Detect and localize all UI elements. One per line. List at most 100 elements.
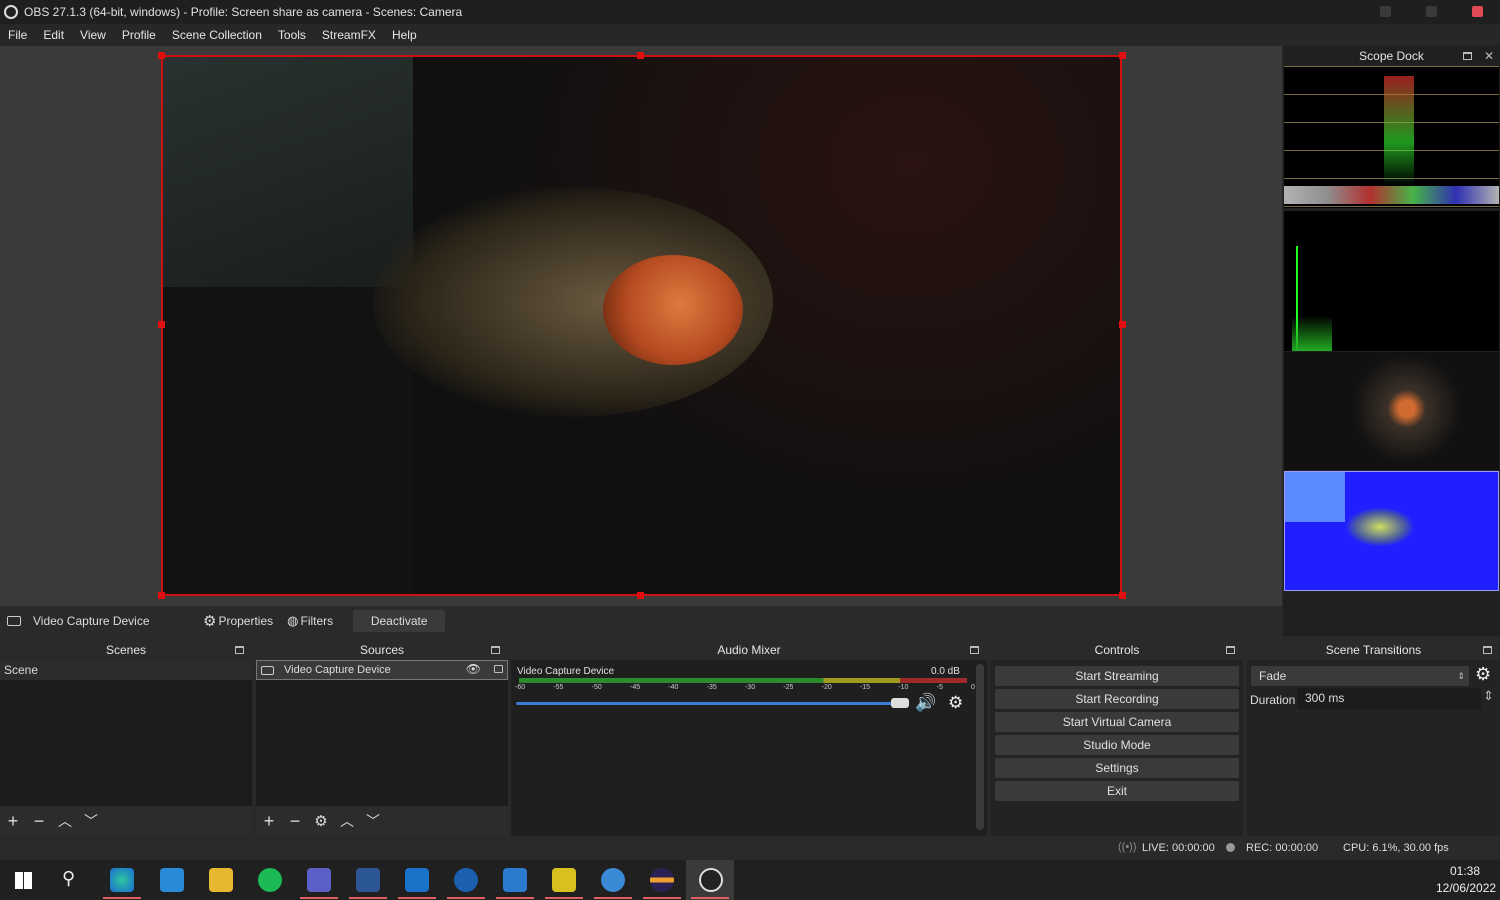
menu-help[interactable]: Help	[384, 28, 425, 42]
live-time: LIVE: 00:00:00	[1142, 842, 1215, 854]
move-down-icon[interactable]: ﹀	[360, 811, 386, 831]
list-item[interactable]: Video Capture Device 👁	[256, 660, 508, 680]
outlook-icon[interactable]	[405, 868, 429, 892]
tick-label: -40	[668, 684, 679, 691]
start-streaming-button[interactable]: Start Streaming	[995, 666, 1239, 686]
video-preview[interactable]	[161, 55, 1122, 596]
close-icon[interactable]: ✕	[1484, 46, 1494, 66]
tick-label: 0	[971, 684, 975, 691]
scene-transitions-title: Scene Transitions	[1325, 643, 1422, 657]
filters-button[interactable]: ◍ Filters	[287, 613, 333, 629]
move-up-icon[interactable]: ︿	[52, 811, 78, 831]
volume-slider-handle[interactable]	[891, 698, 909, 708]
eclipse-icon[interactable]	[650, 868, 674, 892]
active-indicator	[594, 897, 632, 899]
gear-icon: ⚙	[203, 613, 217, 630]
waveform-scope	[1284, 66, 1499, 208]
cpu-fps: CPU: 6.1%, 30.00 fps	[1343, 842, 1449, 854]
minimize-button[interactable]	[1380, 6, 1391, 17]
scenes-list: Scene	[0, 660, 252, 806]
word-icon[interactable]	[356, 868, 380, 892]
camera-icon	[261, 665, 274, 675]
app-icon[interactable]	[454, 868, 478, 892]
tick-label: -30	[744, 684, 756, 691]
audio-mixer-title: Audio Mixer	[717, 643, 781, 657]
start-virtual-camera-button[interactable]: Start Virtual Camera	[995, 712, 1239, 732]
tick-label: -35	[706, 684, 717, 691]
resize-handle[interactable]	[1119, 592, 1126, 599]
studio-mode-button[interactable]: Studio Mode	[995, 735, 1239, 755]
windows-start-icon[interactable]	[15, 872, 32, 889]
undock-icon[interactable]	[1463, 52, 1472, 60]
gear-icon[interactable]: ⚙	[948, 693, 963, 713]
volume-slider[interactable]	[516, 702, 896, 705]
browser-icon[interactable]	[601, 868, 625, 892]
live-icon: ((•))	[1118, 841, 1137, 853]
scenes-title: Scenes	[105, 643, 147, 657]
spotify-icon[interactable]	[258, 868, 282, 892]
list-item[interactable]: Scene	[0, 660, 252, 680]
start-recording-button[interactable]: Start Recording	[995, 689, 1239, 709]
network-app-icon[interactable]	[503, 868, 527, 892]
settings-button[interactable]: Settings	[995, 758, 1239, 778]
teams-icon[interactable]	[307, 868, 331, 892]
move-down-icon[interactable]: ﹀	[78, 811, 104, 831]
close-button[interactable]	[1472, 6, 1483, 17]
controls-title: Controls	[1094, 643, 1140, 657]
properties-button[interactable]: ⚙ Properties	[203, 612, 273, 630]
exit-button[interactable]: Exit	[995, 781, 1239, 801]
spin-arrows-icon[interactable]: ⇕	[1483, 688, 1494, 704]
window-title: OBS 27.1.3 (64-bit, windows) - Profile: …	[24, 5, 463, 19]
search-icon[interactable]: ⚲	[62, 868, 75, 889]
gear-icon[interactable]: ⚙	[1475, 664, 1491, 685]
status-bar: ((•)) LIVE: 00:00:00 REC: 00:00:00 CPU: …	[0, 836, 1500, 860]
remove-icon[interactable]: −	[26, 811, 52, 832]
maximize-button[interactable]	[1426, 6, 1437, 17]
duration-input[interactable]: 300 ms	[1297, 688, 1481, 709]
add-icon[interactable]: +	[256, 811, 282, 832]
undock-icon[interactable]	[491, 646, 500, 654]
move-up-icon[interactable]: ︿	[334, 811, 360, 831]
menu-streamfx[interactable]: StreamFX	[314, 28, 384, 42]
obs-icon[interactable]	[699, 868, 723, 892]
menu-view[interactable]: View	[72, 28, 114, 42]
edge-dev-icon[interactable]	[110, 868, 134, 892]
menu-scene-collection[interactable]: Scene Collection	[164, 28, 270, 42]
properties-label: Properties	[218, 614, 274, 628]
camera-icon	[7, 616, 21, 626]
resize-handle[interactable]	[158, 321, 165, 328]
resize-handle[interactable]	[1119, 321, 1126, 328]
vscode-icon[interactable]	[160, 868, 184, 892]
speaker-icon[interactable]: 🔊	[915, 693, 936, 713]
active-indicator	[643, 897, 681, 899]
resize-handle[interactable]	[637, 52, 644, 59]
menu-edit[interactable]: Edit	[35, 28, 72, 42]
undock-icon[interactable]	[1226, 646, 1235, 654]
menu-file[interactable]: File	[0, 28, 35, 42]
resize-handle[interactable]	[1119, 52, 1126, 59]
eye-icon[interactable]: 👁	[466, 662, 481, 676]
deactivate-button[interactable]: Deactivate	[353, 610, 446, 632]
resize-handle[interactable]	[158, 592, 165, 599]
gear-icon[interactable]: ⚙	[308, 812, 334, 830]
menu-profile[interactable]: Profile	[114, 28, 164, 42]
lock-icon[interactable]	[494, 665, 503, 673]
mixer-scrollbar[interactable]	[976, 664, 984, 830]
tick-label: -25	[783, 684, 794, 691]
undock-icon[interactable]	[235, 646, 244, 654]
controls-dock: Controls Start Streaming Start Recording…	[991, 640, 1243, 836]
pdf-icon[interactable]	[552, 868, 576, 892]
source-name: Video Capture Device	[284, 664, 391, 676]
title-bar: OBS 27.1.3 (64-bit, windows) - Profile: …	[0, 0, 1500, 24]
histogram-low	[1292, 316, 1332, 351]
menu-tools[interactable]: Tools	[270, 28, 314, 42]
undock-icon[interactable]	[970, 646, 979, 654]
file-explorer-icon[interactable]	[209, 868, 233, 892]
transition-select[interactable]: Fade ⇕	[1251, 666, 1469, 686]
resize-handle[interactable]	[637, 592, 644, 599]
tick-label: -45	[629, 684, 641, 691]
add-icon[interactable]: +	[0, 811, 26, 832]
undock-icon[interactable]	[1483, 646, 1492, 654]
remove-icon[interactable]: −	[282, 811, 308, 832]
resize-handle[interactable]	[158, 52, 165, 59]
